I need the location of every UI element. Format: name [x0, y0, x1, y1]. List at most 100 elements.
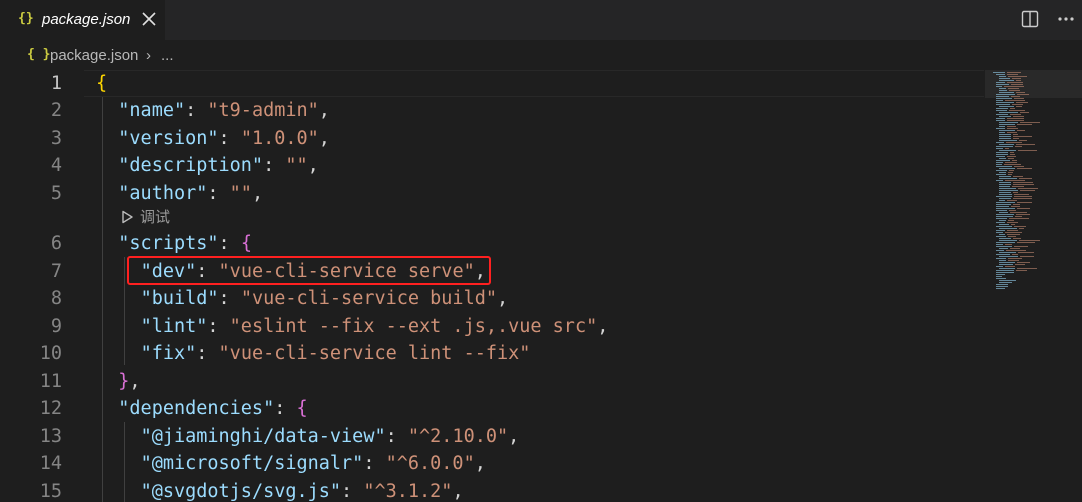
minimap-line — [1013, 136, 1032, 137]
code-token: "name" — [118, 100, 186, 121]
code-token: : — [218, 233, 241, 254]
minimap-line — [1013, 198, 1032, 199]
close-icon[interactable] — [139, 8, 159, 30]
minimap-line — [1010, 154, 1015, 155]
play-icon — [122, 210, 133, 224]
code-line[interactable]: 9 "lint": "eslint --fix --ext .js,.vue s… — [0, 313, 985, 340]
code-line[interactable]: 14 "@microsoft/signalr": "^6.0.0", — [0, 450, 985, 477]
code-token: , — [129, 371, 141, 392]
code-editor[interactable]: 调试 1{2 "name": "t9-admin", 3 "version": "… — [0, 70, 1082, 502]
code-line[interactable]: 11 }, — [0, 368, 985, 395]
minimap-line — [1017, 94, 1029, 95]
code-line[interactable]: 5 "author": "", — [0, 180, 985, 207]
minimap-line — [1011, 84, 1023, 85]
code-token: "version" — [118, 128, 219, 149]
minimap-line — [1016, 102, 1028, 103]
minimap-line — [999, 188, 1016, 189]
line-number: 8 — [50, 288, 62, 309]
code-line[interactable]: 6 "scripts": { — [0, 230, 985, 257]
code-line[interactable]: 10 "fix": "vue-cli-service lint --fix" — [0, 340, 985, 367]
minimap-line — [996, 98, 1012, 99]
minimap-line — [996, 152, 1008, 153]
minimap-line — [1010, 248, 1020, 249]
code-line[interactable]: 8 "build": "vue-cli-service build", — [0, 285, 985, 312]
code-line[interactable]: 1{ — [0, 70, 985, 97]
minimap-line — [996, 272, 1014, 273]
minimap-line — [996, 246, 1012, 247]
minimap-line — [1005, 100, 1025, 101]
minimap-line — [996, 242, 1015, 243]
minimap-line — [996, 128, 1005, 129]
code-token: : — [218, 288, 241, 309]
code-line[interactable]: 12 "dependencies": { — [0, 395, 985, 422]
code-token: : — [207, 316, 230, 337]
code-token: { — [296, 398, 308, 419]
minimap-line — [1013, 238, 1021, 239]
code-line[interactable]: 3 "version": "1.0.0", — [0, 125, 985, 152]
codelens-debug[interactable]: 调试 — [120, 207, 170, 229]
minimap-line — [1007, 200, 1017, 201]
minimap-line — [1008, 220, 1014, 221]
code-line[interactable]: 4 "description": "", — [0, 152, 985, 179]
minimap-line — [999, 136, 1011, 137]
minimap-line — [996, 114, 1008, 115]
code-token: "" — [229, 183, 252, 204]
line-number: 15 — [39, 481, 62, 502]
minimap-line — [1007, 126, 1016, 127]
more-actions-icon[interactable] — [1056, 8, 1076, 30]
minimap-line — [1007, 72, 1021, 73]
minimap-line — [1013, 138, 1019, 139]
minimap-line — [1014, 194, 1029, 195]
tab-package-json[interactable]: {} package.json — [0, 0, 166, 40]
minimap-line — [1015, 216, 1022, 217]
breadcrumb-more[interactable]: ... — [161, 47, 174, 64]
minimap-line — [1011, 206, 1020, 207]
minimap-line — [1017, 262, 1030, 263]
code-token: , — [251, 183, 264, 204]
line-number: 5 — [50, 183, 62, 204]
minimap-line — [999, 134, 1011, 135]
minimap-line — [996, 170, 1007, 171]
code-text: }, — [96, 368, 141, 395]
minimap-line — [1013, 192, 1018, 193]
minimap-line — [999, 124, 1015, 125]
minimap-line — [999, 260, 1006, 261]
code-token: : — [385, 426, 408, 447]
minimap-line — [996, 110, 1007, 111]
minimap-line — [999, 122, 1018, 123]
code-line[interactable]: 2 "name": "t9-admin", — [0, 97, 985, 124]
minimap-line — [1007, 156, 1016, 157]
code-line[interactable]: 15 "@svgdotjs/svg.js": "^3.1.2", — [0, 478, 985, 502]
minimap-line — [996, 108, 1008, 109]
split-editor-icon[interactable] — [1021, 10, 1039, 28]
code-token: , — [318, 100, 330, 121]
minimap-line — [1015, 264, 1025, 265]
minimap-line — [999, 116, 1011, 117]
minimap-line — [1010, 212, 1027, 213]
minimap-line — [996, 94, 1015, 95]
minimap-line — [999, 238, 1011, 239]
minimap-line — [1013, 134, 1018, 135]
minimap[interactable] — [985, 70, 1082, 502]
code-text: "@svgdotjs/svg.js": "^3.1.2", — [96, 478, 464, 502]
minimap-line — [1017, 168, 1032, 169]
minimap-line — [999, 78, 1010, 79]
minimap-line — [999, 234, 1005, 235]
minimap-line — [996, 120, 1005, 121]
code-token: "1.0.0" — [240, 128, 319, 149]
minimap-line — [999, 190, 1018, 191]
code-token: "" — [285, 155, 308, 176]
minimap-line — [993, 72, 1005, 73]
minimap-line — [1009, 170, 1014, 171]
minimap-line — [996, 254, 1010, 255]
breadcrumb-file[interactable]: package.json — [50, 47, 138, 64]
minimap-line — [1010, 152, 1014, 153]
tab-title[interactable]: package.json — [42, 11, 130, 28]
minimap-line — [996, 218, 1007, 219]
minimap-line — [1013, 176, 1023, 177]
minimap-line — [999, 182, 1011, 183]
code-line[interactable]: 13 "@jiaminghi/data-view": "^2.10.0", — [0, 423, 985, 450]
